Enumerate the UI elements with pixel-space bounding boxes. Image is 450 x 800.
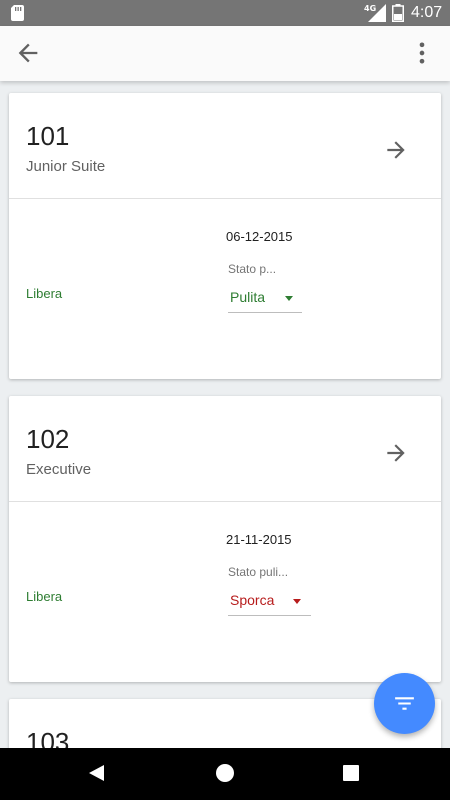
room-status: Libera: [26, 589, 63, 604]
cleaning-status-label: Stato puli...: [228, 565, 289, 579]
more-options-button[interactable]: [408, 39, 436, 67]
arrow-back-icon: [18, 43, 38, 63]
arrow-forward-icon: [387, 141, 405, 159]
filter-list-icon: [395, 697, 414, 710]
room-type: Executive: [26, 461, 92, 478]
room-number: 101: [26, 121, 70, 151]
open-room-button[interactable]: [383, 440, 409, 466]
room-date: 06-12-2015: [226, 229, 293, 244]
nav-back-icon[interactable]: [88, 764, 106, 782]
back-button[interactable]: [14, 39, 42, 67]
nav-home-icon[interactable]: [216, 764, 234, 782]
app-bar: [0, 26, 450, 81]
dropdown-arrow-icon: [293, 599, 301, 604]
cleaning-status-dropdown[interactable]: Pulita: [228, 281, 302, 313]
room-type: Junior Suite: [26, 158, 106, 175]
navigation-bar: [0, 748, 450, 800]
cleaning-status-label: Stato p...: [228, 262, 277, 276]
room-card: 102 Executive Libera 21-11-2015 Stato pu…: [9, 396, 441, 682]
room-card-body: Libera 06-12-2015 Stato p... Pulita: [9, 199, 441, 379]
sd-card-icon: [11, 5, 24, 21]
cleaning-status-value: Pulita: [230, 289, 266, 305]
more-vert-icon: [419, 42, 425, 64]
battery-icon: [392, 4, 404, 22]
cleaning-status-value: Sporca: [230, 592, 275, 608]
status-bar: 4G 4:07: [0, 0, 450, 26]
room-card: 101 Junior Suite Libera 06-12-2015 Stato…: [9, 93, 441, 379]
signal-icon: 4G: [362, 3, 388, 23]
cleaning-status-dropdown[interactable]: Sporca: [228, 584, 311, 616]
clock: 4:07: [411, 4, 443, 21]
arrow-forward-icon: [387, 444, 405, 462]
nav-recents-icon[interactable]: [343, 765, 359, 781]
room-number: 102: [26, 424, 70, 454]
open-room-button[interactable]: [383, 137, 409, 163]
network-type-label: 4G: [364, 4, 377, 13]
dropdown-arrow-icon: [285, 296, 293, 301]
room-card-header: 102 Executive: [9, 396, 441, 502]
filter-button[interactable]: [374, 673, 435, 734]
room-card-header: 101 Junior Suite: [9, 93, 441, 199]
room-list[interactable]: 101 Junior Suite Libera 06-12-2015 Stato…: [0, 81, 450, 748]
room-number: 103: [26, 727, 70, 748]
room-status: Libera: [26, 286, 63, 301]
room-card-body: Libera 21-11-2015 Stato puli... Sporca: [9, 502, 441, 682]
room-date: 21-11-2015: [226, 532, 292, 547]
